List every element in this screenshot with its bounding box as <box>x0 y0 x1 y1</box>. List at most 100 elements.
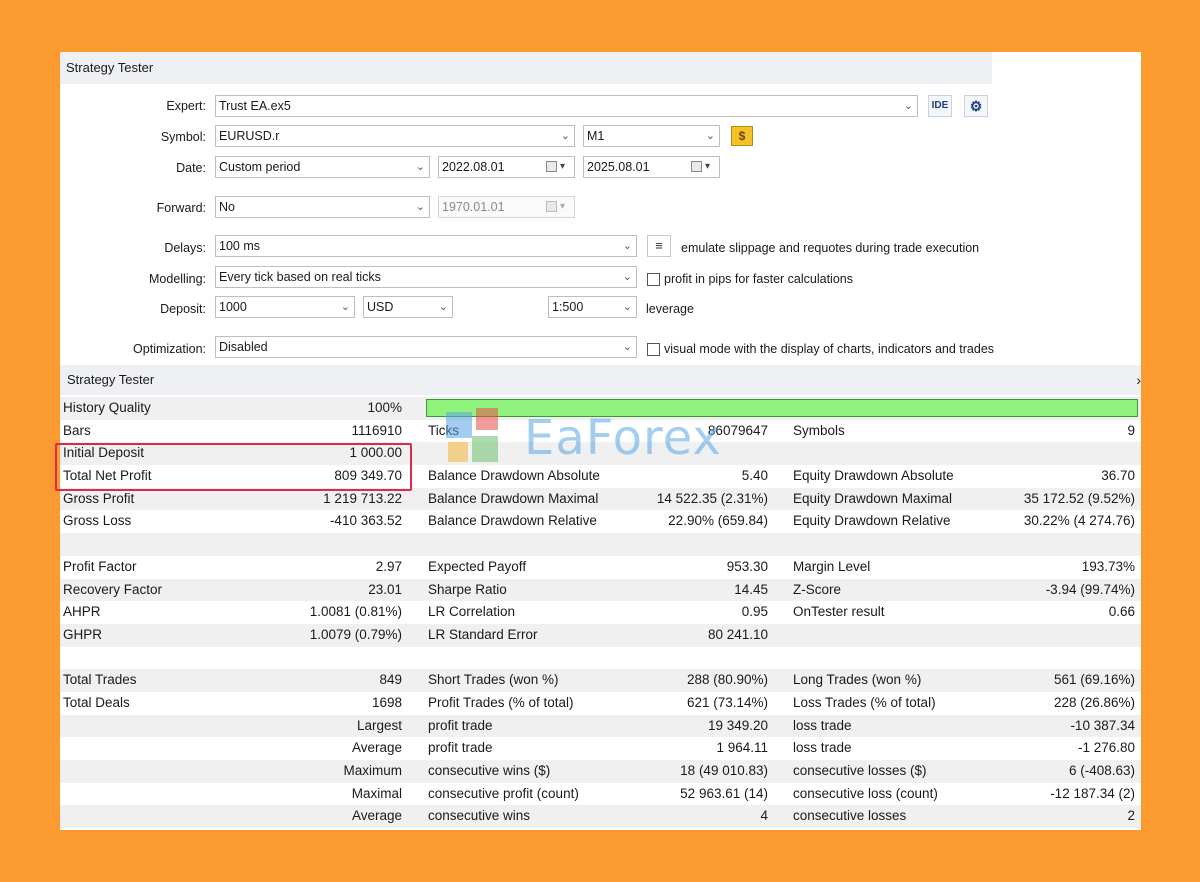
cell-value: 193.73% <box>1081 558 1135 574</box>
symbol-properties-icon[interactable]: $ <box>731 126 753 146</box>
forward-label: Forward: <box>156 201 206 215</box>
timeframe-value: M1 <box>587 129 605 143</box>
symbol-select[interactable]: EURUSD.r ⌄ <box>215 125 575 147</box>
table-row: AHPR 1.0081 (0.81%) LR Correlation 0.95 OnTe… <box>60 601 1141 624</box>
cell-label: Gross Loss <box>63 513 132 529</box>
cell-value: 1.0081 (0.81%) <box>309 604 402 620</box>
cell-value: 80 241.10 <box>707 626 768 642</box>
table-row: Profit Factor 2.97 Expected Payoff 953.30 Ma… <box>60 556 1141 579</box>
deposit-select[interactable]: 1000 ⌄ <box>215 296 355 318</box>
forward-date-value: 1970.01.01 <box>442 200 505 214</box>
table-row: Bars 1116910 Ticks 86079647 Symbols 9 <box>60 420 1141 443</box>
currency-value: USD <box>367 300 394 314</box>
cell-value: 35 172.52 (9.52%) <box>1023 490 1135 506</box>
date-to-value: 2025.08.01 <box>587 160 650 174</box>
cell-label: Loss Trades (% of total) <box>793 694 936 710</box>
cell-value: 22.90% (659.84) <box>668 513 768 529</box>
timeframe-select[interactable]: M1 ⌄ <box>583 125 720 147</box>
chevron-down-icon: ⌄ <box>705 130 715 142</box>
modelling-select[interactable]: Every tick based on real ticks ⌄ <box>215 266 637 288</box>
gear-icon[interactable]: ⚙ <box>964 95 988 117</box>
cell-value: 1698 <box>371 694 402 710</box>
cell-value: 1 964.11 <box>716 740 768 756</box>
date-label: Date: <box>176 161 206 175</box>
table-row: Recovery Factor 23.01 Sharpe Ratio 14.45 Z-S… <box>60 578 1141 602</box>
cell-value: 228 (26.86%) <box>1053 694 1135 710</box>
cell-label: Symbols <box>793 422 845 438</box>
pips-checkbox[interactable] <box>647 273 660 286</box>
expert-label: Expert: <box>166 99 206 113</box>
leverage-select[interactable]: 1:500 ⌄ <box>548 296 637 318</box>
history-quality-bar <box>426 399 1138 417</box>
chevron-down-icon: ⌄ <box>903 100 913 112</box>
forward-date-field: 1970.01.01 ▾ <box>438 196 575 218</box>
chevron-down-icon: ⌄ <box>622 301 632 313</box>
cell-value: 86079647 <box>707 422 768 438</box>
date-to-field[interactable]: 2025.08.01 ▾ <box>583 156 720 178</box>
cell-label: Profit Trades (% of total) <box>428 694 574 710</box>
date-mode-value: Custom period <box>219 160 301 174</box>
cell-label: consecutive losses ($) <box>793 763 927 778</box>
cell-value: 0.95 <box>741 604 768 620</box>
cell-value: 6 (-408.63) <box>1068 763 1135 778</box>
currency-select[interactable]: USD ⌄ <box>363 296 453 318</box>
delays-select[interactable]: 100 ms ⌄ <box>215 235 637 257</box>
table-row: Average profit trade 1 964.11 loss trade -1 … <box>60 737 1141 760</box>
date-mode-select[interactable]: Custom period ⌄ <box>215 156 430 178</box>
history-quality-value: 100% <box>367 400 402 415</box>
cell-value: 4 <box>760 808 768 824</box>
calendar-icon: ▾ <box>546 200 570 214</box>
cell-label: consecutive wins ($) <box>428 763 551 778</box>
expert-value: Trust EA.ex5 <box>219 99 291 113</box>
results-title: Strategy Tester <box>67 372 155 387</box>
cell-value: Maximal <box>351 785 402 801</box>
date-from-field[interactable]: 2022.08.01 ▾ <box>438 156 575 178</box>
slippage-settings-icon[interactable]: ≡ <box>647 235 671 257</box>
cell-label: GHPR <box>63 626 103 642</box>
table-row: Gross Profit 1 219 713.22 Balance Drawdown… <box>60 487 1141 511</box>
cell-label: profit trade <box>428 740 493 756</box>
symbol-value: EURUSD.r <box>219 129 280 143</box>
calendar-icon[interactable]: ▾ <box>691 160 715 174</box>
table-row: Total Deals 1698 Profit Trades (% of total… <box>60 692 1141 715</box>
cell-label: Long Trades (won %) <box>793 672 922 688</box>
expert-select[interactable]: Trust EA.ex5 ⌄ <box>215 95 918 117</box>
table-row: Gross Loss -410 363.52 Balance Drawdown Re… <box>60 510 1141 533</box>
symbol-label: Symbol: <box>160 130 206 144</box>
cell-label: consecutive losses <box>793 808 907 824</box>
chevron-down-icon: ⌄ <box>340 301 350 313</box>
cell-label: Equity Drawdown Maximal <box>793 490 953 506</box>
cell-value: 30.22% (4 274.76) <box>1023 513 1135 529</box>
table-row <box>60 647 1141 670</box>
cell-label: profit trade <box>428 717 493 733</box>
cell-value: 1 219 713.22 <box>323 490 402 506</box>
cell-value: Maximum <box>343 763 402 778</box>
chevron-down-icon: ⌄ <box>438 301 448 313</box>
table-row: Largest profit trade 19 349.20 loss trade -1… <box>60 714 1141 738</box>
cell-label: Ticks <box>428 422 459 438</box>
calendar-icon[interactable]: ▾ <box>546 160 570 174</box>
visual-mode-checkbox[interactable] <box>647 343 660 356</box>
cell-label: Bars <box>63 422 91 438</box>
modelling-label: Modelling: <box>149 272 206 286</box>
cell-label: Balance Drawdown Maximal <box>428 490 599 506</box>
cell-label: Z-Score <box>793 581 842 597</box>
cell-label: Equity Drawdown Absolute <box>793 468 954 484</box>
cell-value: 19 349.20 <box>707 717 768 733</box>
cell-label: Recovery Factor <box>63 581 163 597</box>
forward-value: No <box>219 200 235 214</box>
cell-value: Average <box>351 740 402 756</box>
cell-value: 52 963.61 (14) <box>680 785 768 801</box>
table-row-history-quality: History Quality 100% <box>60 397 1141 420</box>
forward-select[interactable]: No ⌄ <box>215 196 430 218</box>
history-quality-label: History Quality <box>63 400 151 415</box>
cell-label: Profit Factor <box>63 558 137 574</box>
cell-value: 953.30 <box>726 558 768 574</box>
optimization-select[interactable]: Disabled ⌄ <box>215 336 637 358</box>
date-from-value: 2022.08.01 <box>442 160 505 174</box>
ide-button[interactable]: IDE <box>928 95 952 117</box>
chevron-down-icon: ⌄ <box>622 271 632 283</box>
cell-value: 14.45 <box>734 581 768 597</box>
cell-label: loss trade <box>793 717 852 733</box>
chevron-right-icon[interactable]: › <box>1136 365 1141 395</box>
